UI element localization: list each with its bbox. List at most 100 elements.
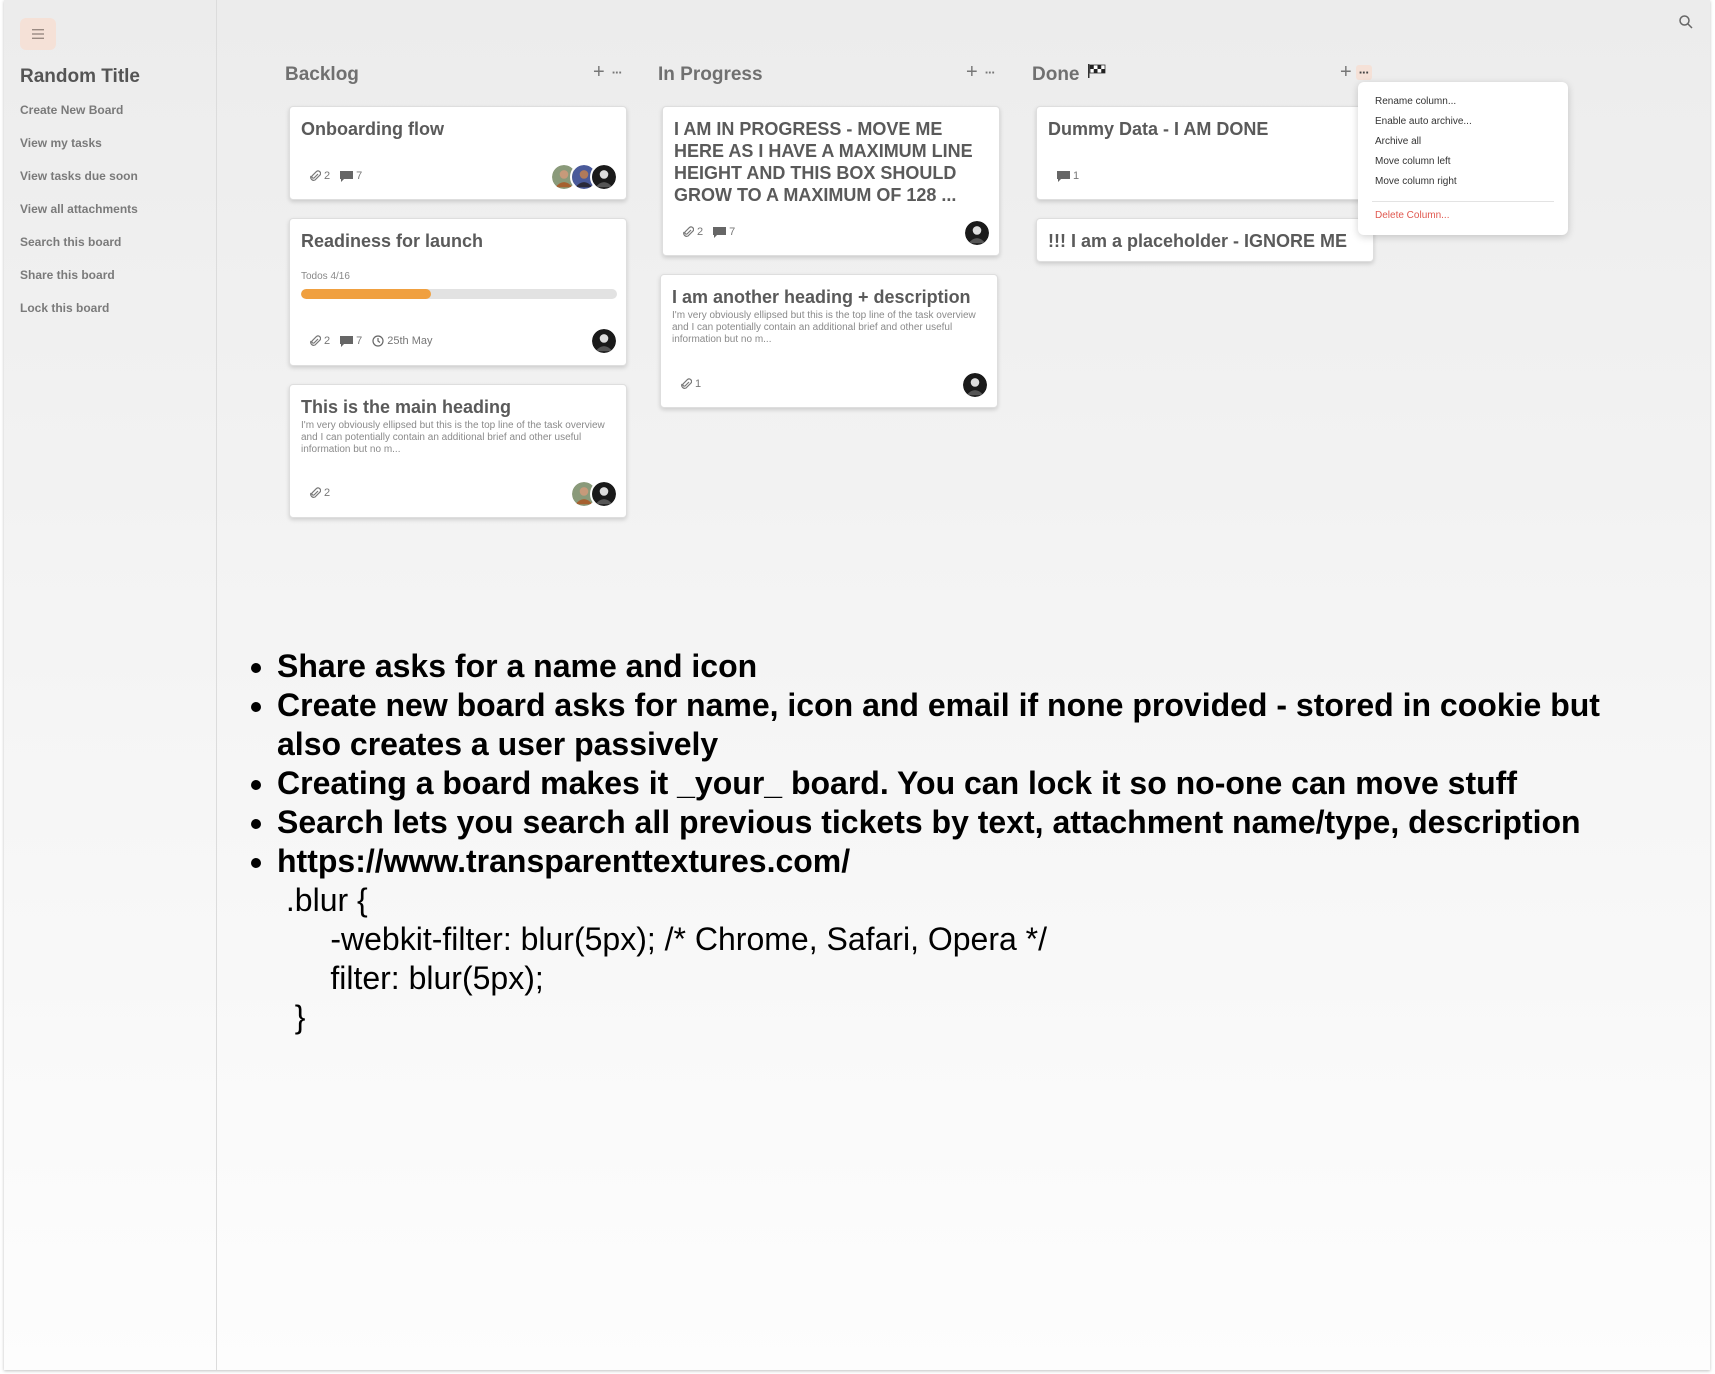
card-assignees	[570, 480, 618, 508]
card-title: This is the main heading	[301, 397, 512, 417]
paperclip-icon	[310, 170, 321, 181]
card-title: Onboarding flow	[301, 119, 444, 139]
card-title: Dummy Data - I AM DONE	[1048, 119, 1269, 139]
attachment-count: 1	[681, 378, 701, 390]
code-line: -webkit-filter: blur(5px); /* Chrome, Sa…	[277, 921, 1048, 957]
comment-icon	[340, 170, 354, 182]
sidebar: Random Title Create New Board View my ta…	[4, 0, 217, 1370]
search-icon[interactable]	[1678, 14, 1694, 30]
notes-section: Share asks for a name and icon Create ne…	[249, 647, 1619, 1037]
task-card[interactable]: I am another heading + description I'm v…	[660, 274, 998, 408]
card-meta: 1	[681, 378, 701, 390]
sidebar-item-search-this-board[interactable]: Search this board	[20, 235, 138, 268]
comment-count: 7	[340, 335, 362, 347]
attachment-count: 2	[683, 226, 703, 238]
column-title: In Progress	[658, 64, 763, 85]
paperclip-icon	[683, 226, 694, 237]
avatar[interactable]	[590, 327, 618, 355]
task-card[interactable]: I AM IN PROGRESS - MOVE ME HERE AS I HAV…	[662, 106, 1000, 256]
app-window: Random Title Create New Board View my ta…	[4, 0, 1710, 1370]
due-date-value: 25th May	[387, 335, 433, 347]
column-header: In Progress + ···	[658, 62, 998, 88]
comment-count: 7	[340, 170, 362, 182]
card-assignees	[963, 219, 991, 247]
card-title: !!! I am a placeholder - IGNORE ME	[1048, 231, 1348, 251]
menu-item-rename-column[interactable]: Rename column...	[1375, 96, 1456, 107]
paperclip-icon	[681, 378, 692, 389]
task-card[interactable]: Onboarding flow 2 7	[289, 106, 627, 200]
todo-progress-bar	[301, 289, 617, 299]
comment-icon	[713, 226, 727, 238]
avatar[interactable]	[590, 163, 618, 191]
menu-item-move-column-left[interactable]: Move column left	[1375, 156, 1451, 167]
task-card[interactable]: This is the main heading I'm very obviou…	[289, 384, 627, 518]
sidebar-item-view-all-attachments[interactable]: View all attachments	[20, 202, 138, 235]
paperclip-icon	[310, 487, 321, 498]
comment-icon	[1057, 170, 1070, 182]
add-card-button[interactable]: +	[593, 62, 605, 82]
attachment-count-value: 2	[697, 226, 704, 238]
column-actions: + ···	[593, 62, 625, 82]
card-assignees	[590, 327, 618, 355]
code-line: }	[277, 999, 306, 1035]
column-menu-button[interactable]: ···	[609, 65, 625, 80]
avatar[interactable]	[961, 371, 989, 399]
column-in-progress: In Progress + ··· I AM IN PROGRESS - MOV…	[658, 62, 1000, 408]
task-card[interactable]: Readiness for launch Todos 4/16 2 7 25th…	[289, 218, 627, 366]
column-actions: + ···	[966, 62, 998, 82]
column-menu-button[interactable]: ···	[1355, 64, 1372, 80]
column-header: Done + ···	[1032, 62, 1372, 88]
avatar[interactable]	[963, 219, 991, 247]
notes-bullet: Share asks for a name and icon	[277, 647, 1619, 686]
clock-icon	[372, 335, 384, 347]
card-meta: 1	[1057, 170, 1079, 182]
paperclip-icon	[310, 335, 321, 346]
attachment-count: 2	[310, 170, 330, 182]
column-title: Done	[1032, 64, 1080, 85]
todo-progress-fill	[301, 289, 431, 299]
menu-item-enable-auto-archive[interactable]: Enable auto archive...	[1375, 116, 1472, 127]
sidebar-item-create-new-board[interactable]: Create New Board	[20, 103, 138, 136]
column-dropdown-menu: Rename column... Enable auto archive... …	[1358, 82, 1568, 235]
attachment-count-value: 2	[324, 170, 331, 182]
avatar[interactable]	[590, 480, 618, 508]
card-description: I'm very obviously ellipsed but this is …	[672, 310, 976, 345]
add-card-button[interactable]: +	[966, 62, 978, 82]
card-assignees	[961, 371, 989, 399]
notes-bullet: Search lets you search all previous tick…	[277, 803, 1619, 842]
card-description: I'm very obviously ellipsed but this is …	[301, 420, 605, 455]
notes-bullet: Creating a board makes it _your_ board. …	[277, 764, 1619, 803]
menu-item-delete-column[interactable]: Delete Column...	[1375, 210, 1449, 221]
sidebar-item-view-tasks-due-soon[interactable]: View tasks due soon	[20, 169, 138, 202]
sidebar-item-share-this-board[interactable]: Share this board	[20, 268, 138, 301]
comment-count-value: 7	[356, 335, 363, 347]
attachment-count-value: 1	[695, 378, 702, 390]
task-card[interactable]: !!! I am a placeholder - IGNORE ME	[1036, 218, 1374, 262]
column-menu-button[interactable]: ···	[982, 65, 998, 80]
sidebar-item-view-my-tasks[interactable]: View my tasks	[20, 136, 138, 169]
card-assignees	[550, 163, 618, 191]
card-title: I AM IN PROGRESS - MOVE ME HERE AS I HAV…	[674, 119, 973, 205]
notes-list: Share asks for a name and icon Create ne…	[249, 647, 1619, 1037]
due-date: 25th May	[372, 335, 433, 347]
checkered-flag-icon	[1087, 64, 1106, 78]
sidebar-item-lock-this-board[interactable]: Lock this board	[20, 301, 138, 334]
comment-count-value: 7	[729, 226, 736, 238]
task-card[interactable]: Dummy Data - I AM DONE 1	[1036, 106, 1374, 200]
menu-item-archive-all[interactable]: Archive all	[1375, 136, 1421, 147]
column-title: Backlog	[285, 64, 359, 85]
board-title: Random Title	[20, 66, 140, 87]
menu-button[interactable]	[20, 18, 56, 50]
column-header: Backlog + ···	[285, 62, 625, 88]
add-card-button[interactable]: +	[1340, 62, 1352, 82]
attachment-count-value: 2	[324, 335, 331, 347]
card-title: I am another heading + description	[672, 287, 971, 307]
sidebar-nav: Create New Board View my tasks View task…	[20, 103, 138, 334]
card-meta: 2	[310, 487, 330, 499]
column-actions: + ···	[1340, 62, 1372, 82]
notes-bullet: Create new board asks for name, icon and…	[277, 686, 1619, 764]
todos-label: Todos 4/16	[301, 271, 350, 282]
menu-item-move-column-right[interactable]: Move column right	[1375, 176, 1457, 187]
code-line: filter: blur(5px);	[277, 960, 544, 996]
column-done: Done + ··· Dummy Data - I AM DONE 1 !!! …	[1032, 62, 1374, 262]
